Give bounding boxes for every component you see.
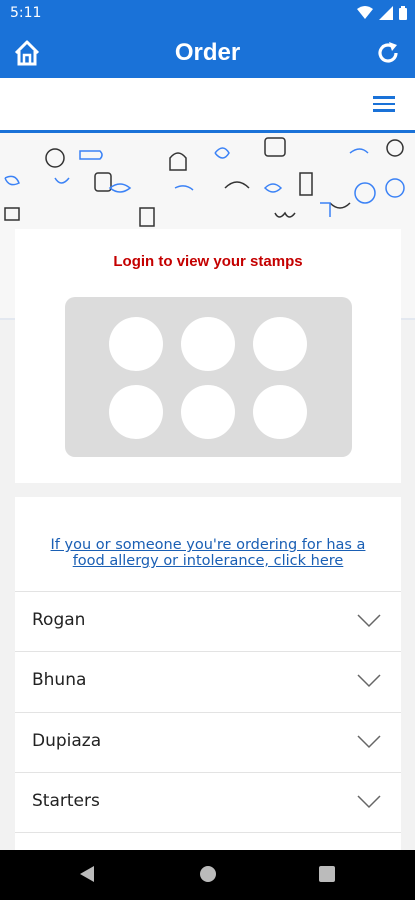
chevron-down-icon bbox=[357, 795, 381, 809]
recents-square-icon[interactable] bbox=[318, 864, 336, 884]
category-rogan[interactable]: Rogan bbox=[15, 591, 401, 652]
hamburger-line bbox=[373, 102, 395, 105]
hamburger-line bbox=[373, 109, 395, 112]
status-bar: 5:11 bbox=[0, 0, 415, 28]
category-label: Rogan bbox=[32, 610, 86, 630]
status-icons bbox=[357, 6, 407, 20]
wifi-icon bbox=[357, 6, 373, 19]
page-title: Order bbox=[174, 39, 241, 66]
category-label: Bhuna bbox=[32, 670, 87, 690]
back-triangle-icon[interactable] bbox=[78, 864, 96, 884]
stamp-card: Login to view your stamps bbox=[15, 229, 401, 483]
category-label: Dupiaza bbox=[32, 731, 102, 751]
stamp-slot bbox=[109, 385, 163, 439]
allergy-info-link[interactable]: If you or someone you're ordering for ha… bbox=[35, 537, 381, 569]
refresh-button[interactable] bbox=[371, 36, 405, 70]
chevron-down-icon bbox=[357, 735, 381, 749]
refresh-icon bbox=[378, 42, 398, 63]
battery-icon bbox=[399, 6, 407, 20]
category-dupiaza[interactable]: Dupiaza bbox=[15, 712, 401, 773]
menu-bar bbox=[0, 78, 415, 133]
chevron-down-icon bbox=[357, 674, 381, 688]
stamp-slot bbox=[109, 317, 163, 371]
login-stamps-prompt[interactable]: Login to view your stamps bbox=[15, 253, 401, 270]
hamburger-menu-button[interactable] bbox=[371, 92, 397, 116]
status-time: 5:11 bbox=[10, 5, 42, 21]
stamp-grid bbox=[65, 297, 352, 457]
hamburger-line bbox=[373, 96, 395, 99]
category-bhuna[interactable]: Bhuna bbox=[15, 651, 401, 712]
signal-icon bbox=[379, 6, 393, 20]
stamp-slot bbox=[181, 385, 235, 439]
stamp-slot bbox=[253, 317, 307, 371]
category-label: Starters bbox=[32, 791, 100, 811]
system-nav-bar bbox=[0, 850, 415, 900]
menu-card: If you or someone you're ordering for ha… bbox=[15, 497, 401, 857]
stamp-slot bbox=[181, 317, 235, 371]
chevron-down-icon bbox=[357, 614, 381, 628]
home-circle-icon[interactable] bbox=[199, 864, 217, 884]
app-bar: Order bbox=[0, 28, 415, 78]
category-starters[interactable]: Starters bbox=[15, 772, 401, 833]
stamp-slot bbox=[253, 385, 307, 439]
